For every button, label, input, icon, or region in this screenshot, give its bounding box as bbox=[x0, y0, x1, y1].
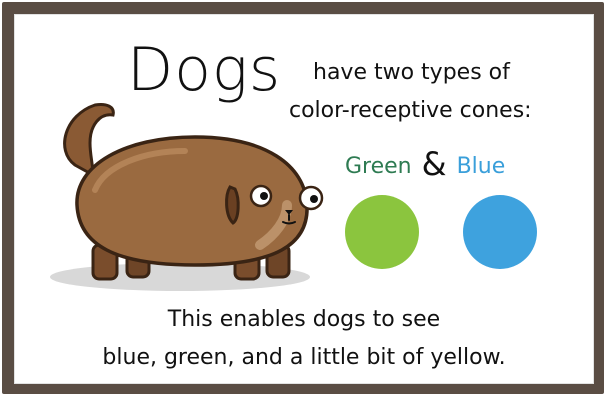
bottom-line-1: This enables dogs to see bbox=[167, 307, 441, 332]
dog-body bbox=[75, 135, 309, 267]
blue-label: Blue bbox=[456, 154, 506, 179]
dog-pupil bbox=[260, 192, 268, 200]
dog-pupil bbox=[310, 195, 318, 203]
ampersand: & bbox=[421, 145, 447, 183]
comic-panel: Dogs have two types of color-receptive c… bbox=[14, 14, 594, 384]
subtitle-line-1: have two types of bbox=[313, 60, 510, 85]
dog-illustration bbox=[50, 103, 324, 291]
color-labels: Green & Blue bbox=[345, 148, 506, 182]
green-label: Green bbox=[345, 154, 412, 179]
blue-swatch bbox=[463, 195, 537, 269]
bottom-line-2: blue, green, and a little bit of yellow. bbox=[102, 345, 506, 370]
dog-ear bbox=[225, 185, 240, 225]
comic-frame: Dogs have two types of color-receptive c… bbox=[2, 2, 604, 394]
green-swatch bbox=[345, 195, 419, 269]
